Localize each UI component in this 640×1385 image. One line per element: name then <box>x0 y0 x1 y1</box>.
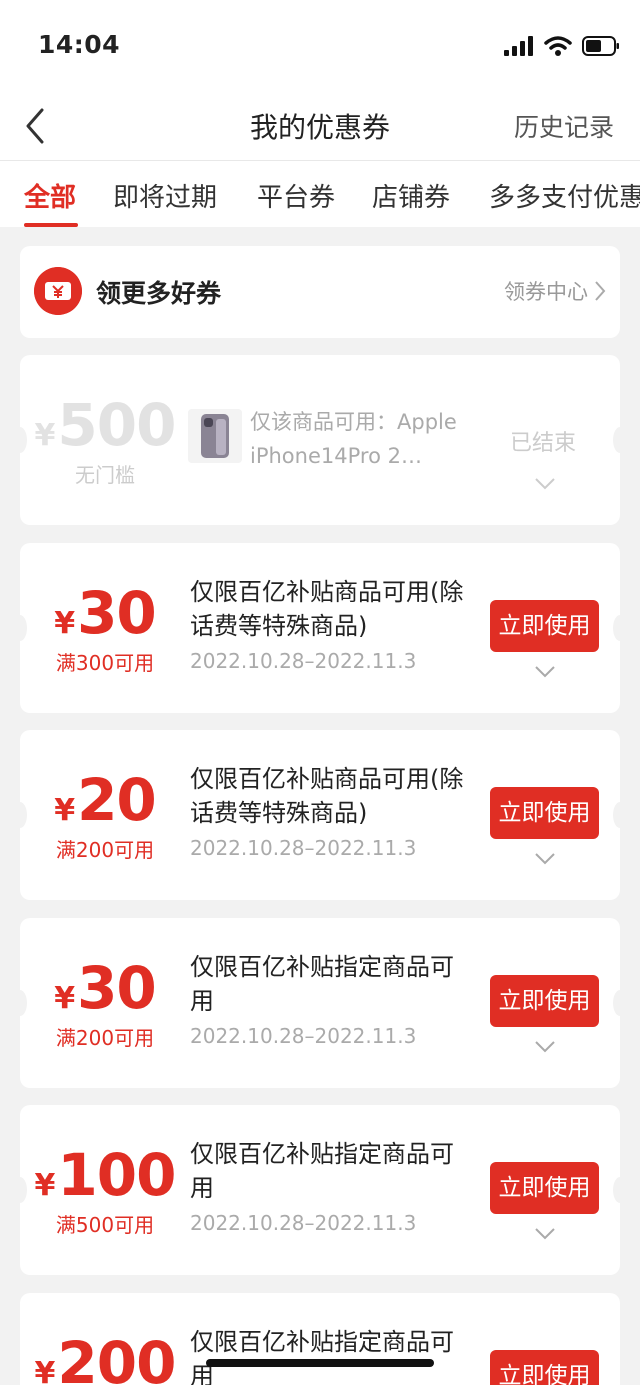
home-indicator[interactable] <box>206 1359 434 1367</box>
tab-bar: 全部 即将过期 平台券 店铺券 多多支付优惠 <box>0 161 640 227</box>
coupon-card: ¥30 满200可用 仅限百亿补贴指定商品可用 2022.10.28–2022.… <box>20 918 620 1088</box>
tab-duoduo-pay[interactable]: 多多支付优惠 <box>489 177 640 214</box>
coupon-validity-date: 2022.10.28–2022.11.3 <box>190 1211 417 1235</box>
tab-expiring-soon[interactable]: 即将过期 <box>113 177 217 214</box>
coupon-validity-date: 2022.10.28–2022.11.3 <box>190 649 417 673</box>
use-now-button[interactable]: 立即使用 <box>490 787 599 839</box>
chevron-down-icon[interactable] <box>534 852 556 866</box>
status-ended-label: 已结束 <box>510 431 577 456</box>
coupon-validity-date: 2022.10.28–2022.11.3 <box>190 1024 417 1048</box>
amount-value: 30 <box>77 954 157 1022</box>
coupon-ticket-icon <box>34 267 82 315</box>
currency-symbol: ¥ <box>34 418 56 453</box>
use-now-button[interactable]: 立即使用 <box>490 1350 599 1385</box>
chevron-right-icon <box>595 281 606 301</box>
cellular-signal-icon <box>504 36 533 56</box>
chevron-down-icon[interactable] <box>534 665 556 679</box>
notch <box>613 802 620 828</box>
coupon-card: ¥20 满200可用 仅限百亿补贴商品可用(除话费等特殊商品) 2022.10.… <box>20 730 620 900</box>
notch <box>613 615 620 641</box>
coupon-condition: 满300可用 <box>55 651 155 675</box>
use-now-button[interactable]: 立即使用 <box>490 975 599 1027</box>
coupon-card-ended: ¥500 无门槛 仅该商品可用：Apple iPhone14Pro 2… 已结束 <box>20 355 620 525</box>
amount-value: 30 <box>77 579 157 647</box>
coupon-description: 仅限百亿补贴指定商品可用 <box>190 953 454 1015</box>
currency-symbol: ¥ <box>34 1168 56 1203</box>
battery-icon <box>582 36 619 56</box>
currency-symbol: ¥ <box>54 981 76 1016</box>
chevron-down-icon[interactable] <box>534 1227 556 1241</box>
chevron-down-icon[interactable] <box>534 477 556 491</box>
coupon-condition: 满200可用 <box>55 838 155 862</box>
notch <box>613 1177 620 1203</box>
coupon-center-link[interactable]: 领券中心 <box>504 276 606 306</box>
coupon-card: ¥100 满500可用 仅限百亿补贴指定商品可用 2022.10.28–2022… <box>20 1105 620 1275</box>
use-now-button[interactable]: 立即使用 <box>490 600 599 652</box>
coupon-amount: ¥500 <box>20 391 190 459</box>
coupon-description: 仅限百亿补贴商品可用(除话费等特殊商品) <box>190 765 464 827</box>
coupon-amount: ¥30 <box>20 579 190 647</box>
amount-value: 200 <box>57 1329 176 1385</box>
notch <box>613 990 620 1016</box>
product-thumbnail <box>188 409 242 463</box>
coupon-description: 仅限百亿补贴指定商品可用 <box>190 1328 454 1385</box>
coupon-amount: ¥100 <box>20 1141 190 1209</box>
coupon-description: 仅限百亿补贴指定商品可用 <box>190 1140 454 1202</box>
status-time: 14:04 <box>38 30 121 59</box>
status-icons <box>504 34 620 58</box>
currency-symbol: ¥ <box>34 1356 56 1385</box>
coupon-amount: ¥20 <box>20 766 190 834</box>
coupon-amount: ¥200 <box>20 1329 190 1385</box>
coupon-card: ¥30 满300可用 仅限百亿补贴商品可用(除话费等特殊商品) 2022.10.… <box>20 543 620 713</box>
status-bar: 14:04 <box>0 0 640 92</box>
nav-bar: 我的优惠券 历史记录 <box>0 92 640 161</box>
coupon-condition: 满500可用 <box>55 1213 155 1237</box>
use-now-button[interactable]: 立即使用 <box>490 1162 599 1214</box>
coupon-amount: ¥30 <box>20 954 190 1022</box>
amount-value: 100 <box>57 1141 176 1209</box>
tab-active-indicator <box>24 223 78 227</box>
coupon-card: ¥200 仅限百亿补贴指定商品可用 立即使用 <box>20 1293 620 1385</box>
currency-symbol: ¥ <box>54 606 76 641</box>
chevron-down-icon[interactable] <box>534 1040 556 1054</box>
coupon-description: 仅该商品可用：Apple iPhone14Pro 2… <box>250 410 457 468</box>
tab-platform-coupons[interactable]: 平台券 <box>257 177 335 214</box>
amount-value: 20 <box>77 766 157 834</box>
tab-store-coupons[interactable]: 店铺券 <box>372 177 450 214</box>
coupon-condition: 满200可用 <box>55 1026 155 1050</box>
currency-symbol: ¥ <box>54 793 76 828</box>
notch <box>613 427 620 453</box>
get-more-coupons-banner[interactable]: 领更多好券 领券中心 <box>20 246 620 338</box>
coupon-validity-date: 2022.10.28–2022.11.3 <box>190 836 417 860</box>
coupon-center-label: 领券中心 <box>504 280 588 304</box>
wifi-icon <box>544 36 572 56</box>
amount-value: 500 <box>57 391 176 459</box>
coupon-description: 仅限百亿补贴商品可用(除话费等特殊商品) <box>190 578 464 640</box>
history-button[interactable]: 历史记录 <box>514 108 614 144</box>
get-more-coupons-label: 领更多好券 <box>96 279 222 308</box>
tab-all[interactable]: 全部 <box>24 177 76 214</box>
coupon-condition: 无门槛 <box>75 463 135 487</box>
